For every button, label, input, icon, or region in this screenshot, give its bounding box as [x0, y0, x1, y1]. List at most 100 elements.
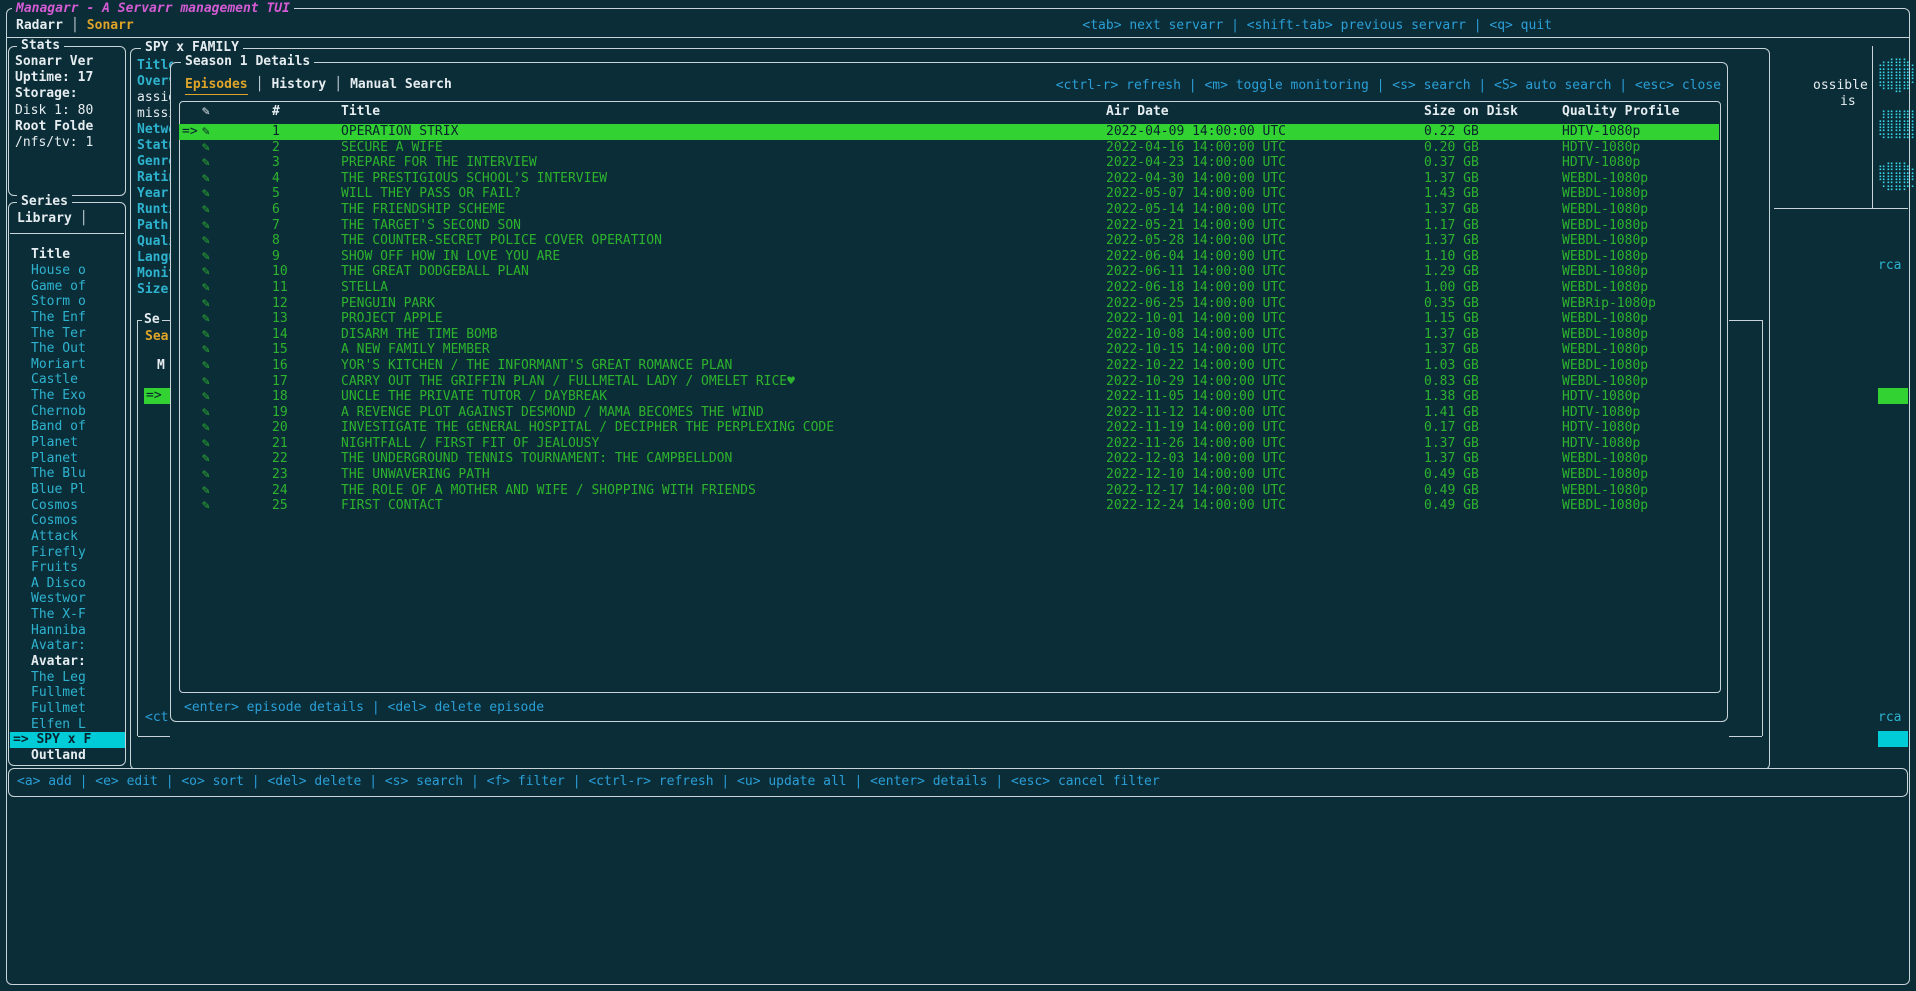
episode-size: 0.22 GB: [1424, 124, 1479, 140]
series-list-item[interactable]: Blue Pl: [10, 482, 125, 498]
column-header-quality[interactable]: Quality Profile: [1562, 104, 1679, 120]
episode-row[interactable]: ✎25FIRST CONTACT2022-12-24 14:00:00 UTC0…: [179, 498, 1719, 514]
tab-radarr[interactable]: Radarr: [16, 18, 63, 34]
series-list-item[interactable]: Fullmet: [10, 685, 125, 701]
servarr-tab-bar: Radarr │ Sonarr: [16, 18, 134, 34]
episode-row[interactable]: ✎8THE COUNTER-SECRET POLICE COVER OPERAT…: [179, 233, 1719, 249]
seasons-tab-fragment[interactable]: Sea: [145, 329, 168, 345]
series-list-item[interactable]: Band of: [10, 419, 125, 435]
tab-library[interactable]: Library: [17, 211, 72, 227]
episode-row[interactable]: ✎15A NEW FAMILY MEMBER2022-10-15 14:00:0…: [179, 342, 1719, 358]
column-header-title[interactable]: Title: [341, 104, 380, 120]
episode-row[interactable]: ✎22THE UNDERGROUND TENNIS TOURNAMENT: TH…: [179, 451, 1719, 467]
series-list-item[interactable]: The Enf: [10, 310, 125, 326]
episode-row[interactable]: ✎4THE PRESTIGIOUS SCHOOL'S INTERVIEW2022…: [179, 171, 1719, 187]
monitored-icon: ✎: [202, 327, 210, 343]
tab-episodes[interactable]: Episodes: [185, 77, 248, 95]
series-list-item[interactable]: A Disco: [10, 576, 125, 592]
series-list-item[interactable]: Hanniba: [10, 623, 125, 639]
episode-row[interactable]: ✎3PREPARE FOR THE INTERVIEW2022-04-23 14…: [179, 155, 1719, 171]
series-list-item[interactable]: House o: [10, 263, 125, 279]
series-list-item[interactable]: Elfen L: [10, 717, 125, 733]
series-list-item[interactable]: Outland: [10, 748, 125, 764]
episode-number: 1: [272, 124, 280, 140]
episode-row[interactable]: =>✎1OPERATION STRIX2022-04-09 14:00:00 U…: [179, 124, 1719, 140]
column-header-number[interactable]: #: [272, 104, 280, 120]
stats-line: Uptime: 17: [15, 70, 123, 86]
column-header-size[interactable]: Size on Disk: [1424, 104, 1518, 120]
episode-row[interactable]: ✎9SHOW OFF HOW IN LOVE YOU ARE2022-06-04…: [179, 249, 1719, 265]
tab-sonarr[interactable]: Sonarr: [87, 18, 134, 34]
series-list-item[interactable]: Cosmos: [10, 513, 125, 529]
episode-air-date: 2022-10-29 14:00:00 UTC: [1106, 374, 1286, 390]
series-list-item[interactable]: Game of: [10, 279, 125, 295]
series-list-item[interactable]: => SPY x F: [10, 732, 125, 748]
series-list-item[interactable]: The Exo: [10, 388, 125, 404]
overview-text-fragment: is: [1840, 94, 1856, 110]
episode-row[interactable]: ✎18UNCLE THE PRIVATE TUTOR / DAYBREAK202…: [179, 389, 1719, 405]
series-list-item[interactable]: The Blu: [10, 466, 125, 482]
series-list-item[interactable]: Firefly: [10, 545, 125, 561]
series-list-item[interactable]: Cosmos: [10, 498, 125, 514]
series-panel-divider: [10, 233, 124, 234]
episode-row[interactable]: ✎23THE UNWAVERING PATH2022-12-10 14:00:0…: [179, 467, 1719, 483]
series-panel: Series Library │ Title House oGame ofSto…: [8, 202, 126, 766]
episode-number: 19: [272, 405, 288, 421]
footer-help-text: <a> add | <e> edit | <o> sort | <del> de…: [17, 774, 1160, 790]
series-detail-line: Quali: [137, 234, 173, 250]
episode-row[interactable]: ✎2SECURE A WIFE2022-04-16 14:00:00 UTC0.…: [179, 140, 1719, 156]
poster-art-line: ⢰⣶⣶⣶⡆: [1878, 106, 1916, 119]
series-detail-line: Year:: [137, 186, 173, 202]
selected-season-row[interactable]: =>: [144, 388, 170, 404]
seasons-panel-border: [138, 736, 170, 737]
monitored-icon: ✎: [202, 280, 210, 296]
column-header-air-date[interactable]: Air Date: [1106, 104, 1169, 120]
series-list-item[interactable]: The Leg: [10, 670, 125, 686]
episode-air-date: 2022-12-17 14:00:00 UTC: [1106, 483, 1286, 499]
series-list-item[interactable]: Fruits: [10, 560, 125, 576]
tab-manual-search[interactable]: Manual Search: [350, 77, 452, 93]
episode-row[interactable]: ✎6THE FRIENDSHIP SCHEME2022-05-14 14:00:…: [179, 202, 1719, 218]
episode-row[interactable]: ✎17CARRY OUT THE GRIFFIN PLAN / FULLMETA…: [179, 374, 1719, 390]
episode-quality: HDTV-1080p: [1562, 420, 1640, 436]
episode-row[interactable]: ✎11STELLA2022-06-18 14:00:00 UTC1.00 GBW…: [179, 280, 1719, 296]
series-list-item[interactable]: The Out: [10, 341, 125, 357]
footer-help-bar: <a> add | <e> edit | <o> sort | <del> de…: [8, 768, 1908, 797]
series-list-item[interactable]: Planet: [10, 451, 125, 467]
episode-number: 3: [272, 155, 280, 171]
episode-row[interactable]: ✎13PROJECT APPLE2022-10-01 14:00:00 UTC1…: [179, 311, 1719, 327]
episode-row[interactable]: ✎10THE GREAT DODGEBALL PLAN2022-06-11 14…: [179, 264, 1719, 280]
episode-row[interactable]: ✎16YOR'S KITCHEN / THE INFORMANT'S GREAT…: [179, 358, 1719, 374]
monitored-column-icon: ✎: [202, 104, 210, 120]
episode-number: 8: [272, 233, 280, 249]
series-list-item[interactable]: Westwor: [10, 591, 125, 607]
episode-row[interactable]: ✎5WILL THEY PASS OR FAIL?2022-05-07 14:0…: [179, 186, 1719, 202]
series-detail-line: Monit: [137, 266, 173, 282]
series-list-item[interactable]: Moriart: [10, 357, 125, 373]
episode-row[interactable]: ✎12PENGUIN PARK2022-06-25 14:00:00 UTC0.…: [179, 296, 1719, 312]
series-list-item[interactable]: The Ter: [10, 326, 125, 342]
episode-air-date: 2022-12-24 14:00:00 UTC: [1106, 498, 1286, 514]
episode-row[interactable]: ✎21NIGHTFALL / FIRST FIT OF JEALOUSY2022…: [179, 436, 1719, 452]
episode-number: 11: [272, 280, 288, 296]
episode-row[interactable]: ✎14DISARM THE TIME BOMB2022-10-08 14:00:…: [179, 327, 1719, 343]
series-list-item[interactable]: Avatar:: [10, 654, 125, 670]
series-list-item[interactable]: Fullmet: [10, 701, 125, 717]
series-list-item[interactable]: Avatar:: [10, 638, 125, 654]
series-list-item[interactable]: Attack: [10, 529, 125, 545]
series-list-item[interactable]: Planet: [10, 435, 125, 451]
series-list-item[interactable]: The X-F: [10, 607, 125, 623]
episode-row[interactable]: ✎19A REVENGE PLOT AGAINST DESMOND / MAMA…: [179, 405, 1719, 421]
episode-row[interactable]: ✎24THE ROLE OF A MOTHER AND WIFE / SHOPP…: [179, 483, 1719, 499]
episode-size: 0.35 GB: [1424, 296, 1479, 312]
overview-text-fragment: ossible: [1813, 78, 1868, 94]
series-list-item[interactable]: Castle: [10, 372, 125, 388]
tab-history[interactable]: History: [271, 77, 326, 93]
series-list-item[interactable]: Storm o: [10, 294, 125, 310]
episode-row[interactable]: ✎7THE TARGET'S SECOND SON2022-05-21 14:0…: [179, 218, 1719, 234]
stats-panel-title: Stats: [17, 38, 64, 54]
detail-text-fragment: rca: [1878, 258, 1901, 274]
episode-row[interactable]: ✎20INVESTIGATE THE GENERAL HOSPITAL / DE…: [179, 420, 1719, 436]
background-panel-border: [1872, 46, 1873, 208]
series-list-item[interactable]: Chernob: [10, 404, 125, 420]
